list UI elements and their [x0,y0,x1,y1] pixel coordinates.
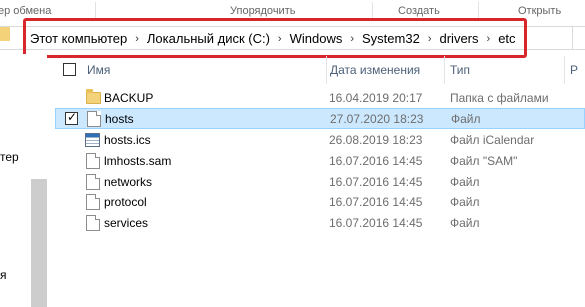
file-name: hosts.ics [104,133,151,147]
file-row-services[interactable]: services 16.07.2016 14:45 Файл [55,213,585,234]
folder-icon [0,27,10,41]
nav-scrollbar[interactable] [31,179,47,307]
file-row-protocol[interactable]: protocol 16.07.2016 14:45 Файл [55,192,585,213]
navigation-pane: тер я [0,54,47,307]
column-header-row: Имя Дата изменения Тип Р [47,54,585,84]
file-type: Файл [450,216,480,230]
file-row-lmhosts[interactable]: lmhosts.sam 16.07.2016 14:45 Файл "SAM" [55,151,585,172]
ribbon-organize-label: Упорядочить [230,5,296,17]
file-row-networks[interactable]: networks 16.07.2016 14:45 Файл [55,172,585,193]
file-icon [86,215,100,231]
nav-item-computer[interactable]: тер [0,150,19,164]
column-divider[interactable] [444,56,445,84]
ribbon-new-label: Создать [398,5,440,17]
file-date: 16.07.2016 14:45 [329,175,423,189]
ribbon-group-labels: ер обмена Упорядочить Создать Открыть [0,0,585,20]
file-type: Файл [450,175,480,189]
file-date: 27.07.2020 18:23 [330,112,424,126]
file-icon [86,153,100,169]
file-type: Папка с файлами [450,91,549,105]
ribbon-separator [95,2,96,18]
file-name: lmhosts.sam [104,154,172,168]
column-divider[interactable] [326,56,327,84]
file-date: 16.04.2019 20:17 [329,91,423,105]
file-icon [87,111,101,127]
folder-icon [86,89,101,104]
file-type: Файл iCalendar [450,133,535,147]
file-row-hosts[interactable]: hosts 27.07.2020 18:23 Файл [55,108,585,129]
file-type: Файл [451,112,481,126]
select-all-checkbox[interactable] [63,63,76,76]
ribbon-clipboard-label: ер обмена [0,5,52,17]
column-divider[interactable] [564,56,565,84]
row-checkbox[interactable] [65,110,78,125]
calendar-file-icon [85,133,100,147]
file-name: networks [104,175,153,189]
ribbon-open-label: Открыть [518,5,562,17]
nav-item-partial[interactable]: я [0,268,7,282]
ribbon-separator [372,2,373,18]
file-type: Файл [450,195,480,209]
file-name: hosts [105,112,134,126]
file-icon [86,194,100,210]
ribbon-separator [478,2,479,18]
file-date: 16.07.2016 14:45 [329,195,423,209]
address-dropdown-button[interactable] [572,26,585,50]
file-date: 16.07.2016 14:45 [329,154,423,168]
file-date: 16.07.2016 14:45 [329,216,423,230]
file-row-hosts-ics[interactable]: hosts.ics 26.08.2019 18:23 Файл iCalenda… [55,130,585,151]
column-header-size[interactable]: Р [570,63,578,77]
file-name: protocol [104,195,147,209]
column-header-date[interactable]: Дата изменения [330,63,420,77]
file-type: Файл "SAM" [450,154,518,168]
file-row-backup[interactable]: BACKUP 16.04.2019 20:17 Папка с файлами [55,88,585,109]
highlight-frame [23,18,527,58]
file-name: services [104,216,149,230]
file-icon [86,174,100,190]
file-name: BACKUP [104,91,154,105]
column-header-type[interactable]: Тип [450,63,470,77]
file-date: 26.08.2019 18:23 [329,133,423,147]
column-header-name[interactable]: Имя [87,63,110,77]
